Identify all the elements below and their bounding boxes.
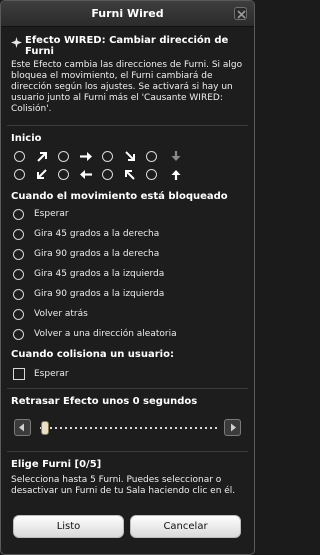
arrow-right-icon <box>80 152 92 161</box>
arrow-down-right-icon <box>125 151 135 161</box>
radio-button[interactable] <box>13 269 24 280</box>
start-direction-radio-1[interactable] <box>58 151 69 162</box>
start-direction-radio-3[interactable] <box>146 151 157 162</box>
radio-button[interactable] <box>13 329 24 340</box>
start-direction-radio-7[interactable] <box>146 169 157 180</box>
delay-section-title: Retrasar Efecto unos 0 segundos <box>11 396 198 407</box>
option-label: Gira 45 grados a la izquierda <box>34 269 165 279</box>
start-section-title: Inicio <box>11 133 42 144</box>
effect-title: Efecto WIRED: Cambiar dirección de Furni <box>25 35 229 57</box>
delay-slider-handle[interactable] <box>41 421 49 435</box>
radio-button[interactable] <box>13 249 24 260</box>
collision-wait-label: Esperar <box>34 369 69 379</box>
slider-decrease-button[interactable] <box>14 419 31 436</box>
radio-button[interactable] <box>13 229 24 240</box>
blocked-option-right-45[interactable]: Gira 45 grados a la derecha <box>11 228 246 242</box>
wired-effect-window: Furni Wired Efecto WIRED: Cambiar direcc… <box>0 0 255 555</box>
blocked-section-title: Cuando el movimiento está bloqueado <box>11 191 228 202</box>
furni-description: Selecciona hasta 5 Furni. Puedes selecci… <box>11 475 236 496</box>
option-label: Volver atrás <box>34 309 88 319</box>
window-title: Furni Wired <box>91 7 164 20</box>
ok-button[interactable]: Listo <box>13 515 124 538</box>
wired-effect-icon <box>11 37 22 48</box>
option-label: Gira 45 grados a la derecha <box>34 229 160 239</box>
close-icon <box>237 10 246 19</box>
blocked-option-random[interactable]: Volver a una dirección aleatoria <box>11 328 246 342</box>
close-button[interactable] <box>234 7 247 20</box>
start-direction-radio-6[interactable] <box>102 169 113 180</box>
collision-wait-checkbox[interactable] <box>13 368 25 380</box>
slider-increase-button[interactable] <box>224 419 241 436</box>
delay-slider-track[interactable] <box>40 426 218 430</box>
arrow-right-icon <box>231 423 236 432</box>
blocked-option-left-45[interactable]: Gira 45 grados a la izquierda <box>11 268 246 282</box>
blocked-option-wait[interactable]: Esperar <box>11 208 246 222</box>
cancel-button[interactable]: Cancelar <box>130 515 241 538</box>
start-direction-radio-5[interactable] <box>58 169 69 180</box>
title-bar[interactable]: Furni Wired <box>1 1 254 27</box>
arrow-down-left-icon <box>37 169 47 179</box>
option-label: Esperar <box>34 209 69 219</box>
start-direction-radio-4[interactable] <box>14 169 25 180</box>
furni-section-title: Elige Furni [0/5] <box>11 459 102 470</box>
divider <box>7 388 248 389</box>
arrow-up-icon <box>171 170 181 180</box>
collision-section-title: Cuando colisiona un usuario: <box>11 349 174 360</box>
option-label: Gira 90 grados a la izquierda <box>34 289 165 299</box>
blocked-option-right-90[interactable]: Gira 90 grados a la derecha <box>11 248 246 262</box>
start-direction-radio-0[interactable] <box>14 151 25 162</box>
radio-button[interactable] <box>13 309 24 320</box>
blocked-option-left-90[interactable]: Gira 90 grados a la izquierda <box>11 288 246 302</box>
arrow-left-icon <box>80 170 92 179</box>
start-direction-radio-2[interactable] <box>102 151 113 162</box>
arrow-down-icon <box>171 151 181 161</box>
radio-button[interactable] <box>13 209 24 220</box>
blocked-option-go-back[interactable]: Volver atrás <box>11 308 246 322</box>
divider <box>7 125 248 126</box>
arrow-left-icon <box>19 423 24 432</box>
option-label: Gira 90 grados a la derecha <box>34 249 160 259</box>
arrow-up-left-icon <box>125 170 135 180</box>
divider <box>7 451 248 452</box>
effect-description: Este Efecto cambia las direcciones de Fu… <box>11 60 243 114</box>
arrow-up-right-icon <box>37 152 47 162</box>
radio-button[interactable] <box>13 289 24 300</box>
option-label: Volver a una dirección aleatoria <box>34 329 177 339</box>
